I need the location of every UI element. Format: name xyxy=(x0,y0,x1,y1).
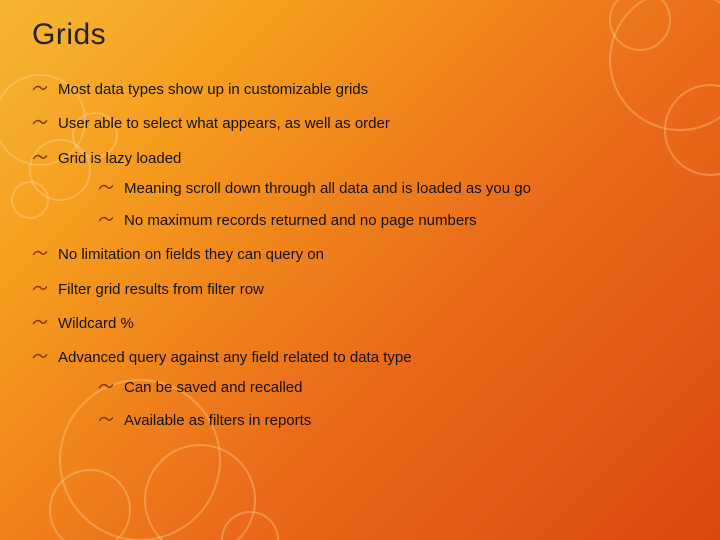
list-item-text: Meaning scroll down through all data and… xyxy=(124,180,531,197)
list-item: No limitation on fields they can query o… xyxy=(32,245,688,265)
list-item-text: Most data types show up in customizable … xyxy=(58,81,368,98)
list-item: Available as filters in reports xyxy=(98,411,688,431)
sub-list: Can be saved and recalled Available as f… xyxy=(98,378,688,431)
list-item-text: Wildcard % xyxy=(58,315,134,332)
list-item-text: Available as filters in reports xyxy=(124,412,311,429)
list-item-text: Grid is lazy loaded xyxy=(58,150,181,167)
list-item: Advanced query against any field related… xyxy=(32,348,688,431)
list-item-text: Can be saved and recalled xyxy=(124,379,302,396)
list-item: Wildcard % xyxy=(32,314,688,334)
list-item-text: User able to select what appears, as wel… xyxy=(58,115,390,132)
slide-content: Grids Most data types show up in customi… xyxy=(0,0,720,431)
list-item-text: Advanced query against any field related… xyxy=(58,349,412,366)
bullet-list: Most data types show up in customizable … xyxy=(32,80,688,431)
list-item: Meaning scroll down through all data and… xyxy=(98,179,688,199)
slide: Grids Most data types show up in customi… xyxy=(0,0,720,540)
list-item-text: Filter grid results from filter row xyxy=(58,281,264,298)
list-item: Most data types show up in customizable … xyxy=(32,80,688,100)
list-item: Filter grid results from filter row xyxy=(32,280,688,300)
list-item: User able to select what appears, as wel… xyxy=(32,114,688,134)
list-item: Grid is lazy loaded Meaning scroll down … xyxy=(32,149,688,232)
slide-title: Grids xyxy=(32,18,688,52)
list-item: Can be saved and recalled xyxy=(98,378,688,398)
list-item-text: No limitation on fields they can query o… xyxy=(58,246,324,263)
list-item: No maximum records returned and no page … xyxy=(98,211,688,231)
list-item-text: No maximum records returned and no page … xyxy=(124,212,477,229)
sub-list: Meaning scroll down through all data and… xyxy=(98,179,688,232)
